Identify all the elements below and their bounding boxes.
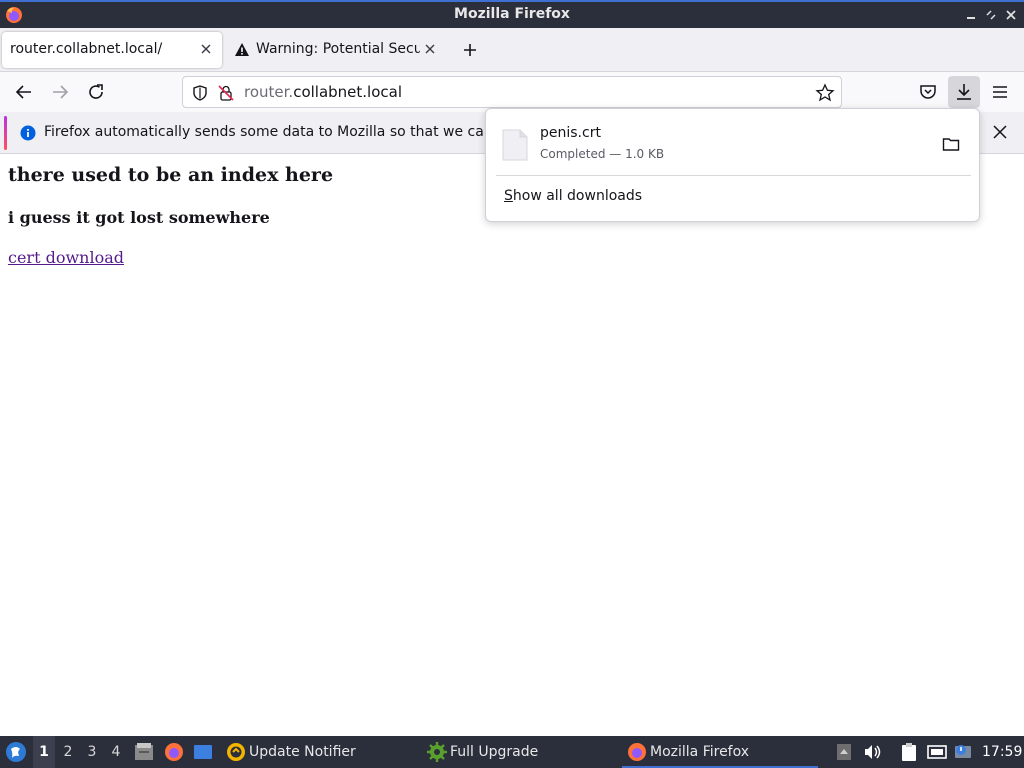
workspace-1[interactable]: 1	[33, 736, 55, 768]
tray-scroll-icon[interactable]	[834, 742, 854, 762]
forward-icon[interactable]	[48, 80, 72, 104]
warning-icon	[235, 43, 249, 56]
close-tab-icon[interactable]	[198, 40, 214, 58]
workspace-4[interactable]: 4	[105, 736, 127, 768]
taskbar-app-firefox[interactable]: Mozilla Firefox	[650, 736, 749, 768]
tab-label: router.collabnet.local/	[10, 41, 163, 57]
close-tab-icon[interactable]	[422, 40, 438, 58]
notification-text: Firefox automatically sends some data to…	[44, 124, 484, 140]
window-titlebar: Mozilla Firefox	[0, 0, 1024, 28]
close-window-icon[interactable]	[1002, 6, 1020, 24]
downloads-panel: penis.crt Completed — 1.0 KB Show all do…	[485, 108, 980, 222]
clock: 17:59	[982, 744, 1023, 760]
url-text[interactable]: router.collabnet.local	[244, 83, 402, 101]
tab-warning[interactable]: Warning: Potential Security Risk Ahead	[228, 32, 446, 68]
bookmark-star-icon[interactable]	[815, 83, 835, 103]
url-subdomain: router.	[244, 83, 294, 101]
show-all-downloads-button[interactable]: Show all downloads	[504, 188, 642, 204]
workspace-2[interactable]: 2	[57, 736, 79, 768]
gear-icon	[427, 742, 447, 762]
firefox-window-icon	[628, 743, 646, 761]
reload-icon[interactable]	[84, 80, 108, 104]
firefox-launcher-icon[interactable]	[164, 742, 184, 762]
start-menu-icon[interactable]	[5, 741, 27, 763]
taskbar-app-full-upgrade[interactable]: Full Upgrade	[450, 736, 538, 768]
url-bar[interactable]: router.collabnet.local	[182, 76, 842, 108]
download-icon	[957, 84, 971, 100]
download-status: Completed — 1.0 KB	[540, 147, 665, 161]
tab-strip: router.collabnet.local/ Warning: Potenti…	[0, 28, 1024, 72]
maximize-icon[interactable]	[982, 6, 1000, 24]
navigation-toolbar: router.collabnet.local	[0, 72, 1024, 112]
desktop-icon[interactable]	[193, 742, 213, 762]
notification-tray-icon[interactable]	[953, 742, 973, 762]
clipboard-icon[interactable]	[899, 742, 919, 762]
tab-router[interactable]: router.collabnet.local/	[2, 32, 222, 68]
download-file-name[interactable]: penis.crt	[540, 125, 601, 141]
volume-icon[interactable]	[862, 742, 882, 762]
hamburger-menu-icon[interactable]	[988, 80, 1012, 104]
window-title: Mozilla Firefox	[454, 6, 570, 22]
info-icon	[20, 125, 36, 141]
new-tab-button[interactable]	[458, 36, 482, 64]
page-subheading: i guess it got lost somewhere	[8, 208, 270, 227]
insecure-lock-icon[interactable]	[217, 84, 235, 102]
minimize-icon[interactable]	[962, 6, 980, 24]
page-heading: there used to be an index here	[8, 164, 334, 186]
taskbar: 1 2 3 4 Update Notifier Full Upgrade Moz…	[0, 736, 1024, 768]
notification-accent	[4, 116, 7, 150]
taskbar-app-update-notifier[interactable]: Update Notifier	[249, 736, 356, 768]
panel-separator	[496, 175, 971, 176]
file-icon	[502, 129, 528, 161]
file-manager-icon[interactable]	[134, 742, 154, 762]
page-content: there used to be an index here i guess i…	[0, 155, 1024, 736]
update-notifier-icon	[227, 743, 245, 761]
show-all-accesskey: S	[504, 188, 513, 204]
tab-label: Warning: Potential Security Risk Ahead	[256, 41, 420, 57]
network-icon[interactable]	[927, 742, 947, 762]
url-domain: collabnet.local	[293, 83, 403, 101]
folder-icon[interactable]	[942, 135, 960, 153]
show-all-label: how all downloads	[512, 188, 643, 204]
downloads-button[interactable]	[948, 76, 980, 108]
close-notification-icon[interactable]	[990, 122, 1010, 142]
pocket-icon[interactable]	[916, 80, 940, 104]
cert-download-link[interactable]: cert download	[8, 248, 124, 267]
back-icon[interactable]	[12, 80, 36, 104]
workspace-3[interactable]: 3	[81, 736, 103, 768]
tracking-protection-shield-icon[interactable]	[191, 84, 209, 102]
